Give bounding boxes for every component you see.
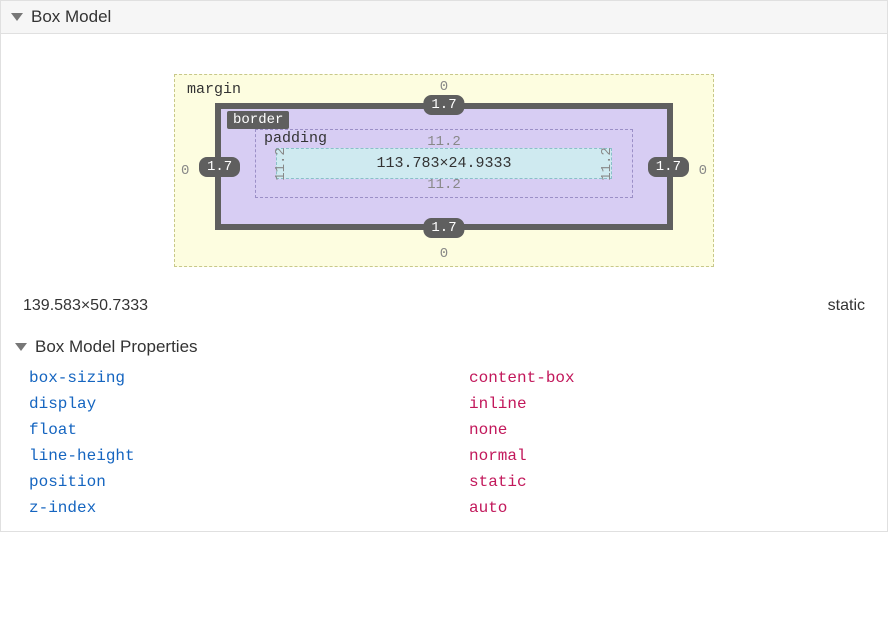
property-name[interactable]: z-index xyxy=(29,499,469,517)
property-value[interactable]: static xyxy=(469,473,527,491)
border-bottom-value[interactable]: 1.7 xyxy=(423,218,464,238)
box-model-properties-header[interactable]: Box Model Properties xyxy=(1,333,887,361)
border-region[interactable]: border 1.7 1.7 1.7 1.7 padding 11.2 11.2… xyxy=(215,103,673,230)
box-model-diagram: margin 0 0 0 0 border 1.7 1.7 1.7 1.7 pa… xyxy=(1,34,887,287)
border-top-value[interactable]: 1.7 xyxy=(423,95,464,115)
box-model-properties-title: Box Model Properties xyxy=(35,337,198,357)
property-row: position static xyxy=(29,469,875,495)
margin-region[interactable]: margin 0 0 0 0 border 1.7 1.7 1.7 1.7 pa… xyxy=(174,74,714,267)
property-name[interactable]: box-sizing xyxy=(29,369,469,387)
property-row: float none xyxy=(29,417,875,443)
box-model-panel: Box Model margin 0 0 0 0 border 1.7 1.7 … xyxy=(0,0,888,532)
property-value[interactable]: inline xyxy=(469,395,527,413)
content-dimensions: 113.783×24.9333 xyxy=(376,155,511,172)
property-value[interactable]: auto xyxy=(469,499,507,517)
margin-right-value[interactable]: 0 xyxy=(699,163,707,179)
property-row: display inline xyxy=(29,391,875,417)
property-name[interactable]: display xyxy=(29,395,469,413)
twisty-down-icon xyxy=(15,343,27,351)
padding-label: padding xyxy=(264,130,327,147)
property-row: z-index auto xyxy=(29,495,875,521)
element-dimensions: 139.583×50.7333 xyxy=(23,297,148,315)
property-value[interactable]: normal xyxy=(469,447,527,465)
padding-region[interactable]: padding 11.2 11.2 11.2 11.2 113.783×24.9… xyxy=(255,129,633,198)
margin-top-value[interactable]: 0 xyxy=(440,79,448,95)
property-name[interactable]: line-height xyxy=(29,447,469,465)
property-row: line-height normal xyxy=(29,443,875,469)
property-name[interactable]: position xyxy=(29,473,469,491)
property-row: box-sizing content-box xyxy=(29,365,875,391)
element-summary: 139.583×50.7333 static xyxy=(1,287,887,333)
box-model-section-header[interactable]: Box Model xyxy=(1,0,887,34)
border-label: border xyxy=(227,111,289,129)
border-right-value[interactable]: 1.7 xyxy=(648,157,689,177)
margin-label: margin xyxy=(187,81,241,98)
property-value[interactable]: content-box xyxy=(469,369,575,387)
content-region[interactable]: 113.783×24.9333 xyxy=(276,148,612,179)
box-model-properties-list: box-sizing content-box display inline fl… xyxy=(1,361,887,531)
element-position-mode: static xyxy=(828,297,865,315)
border-left-value[interactable]: 1.7 xyxy=(199,157,240,177)
margin-bottom-value[interactable]: 0 xyxy=(440,246,448,262)
margin-left-value[interactable]: 0 xyxy=(181,163,189,179)
twisty-down-icon xyxy=(11,13,23,21)
property-name[interactable]: float xyxy=(29,421,469,439)
property-value[interactable]: none xyxy=(469,421,507,439)
box-model-title: Box Model xyxy=(31,7,111,27)
padding-top-value[interactable]: 11.2 xyxy=(427,134,461,150)
padding-right-value[interactable]: 11.2 xyxy=(599,147,615,181)
padding-bottom-value[interactable]: 11.2 xyxy=(427,177,461,193)
padding-left-value[interactable]: 11.2 xyxy=(273,147,289,181)
